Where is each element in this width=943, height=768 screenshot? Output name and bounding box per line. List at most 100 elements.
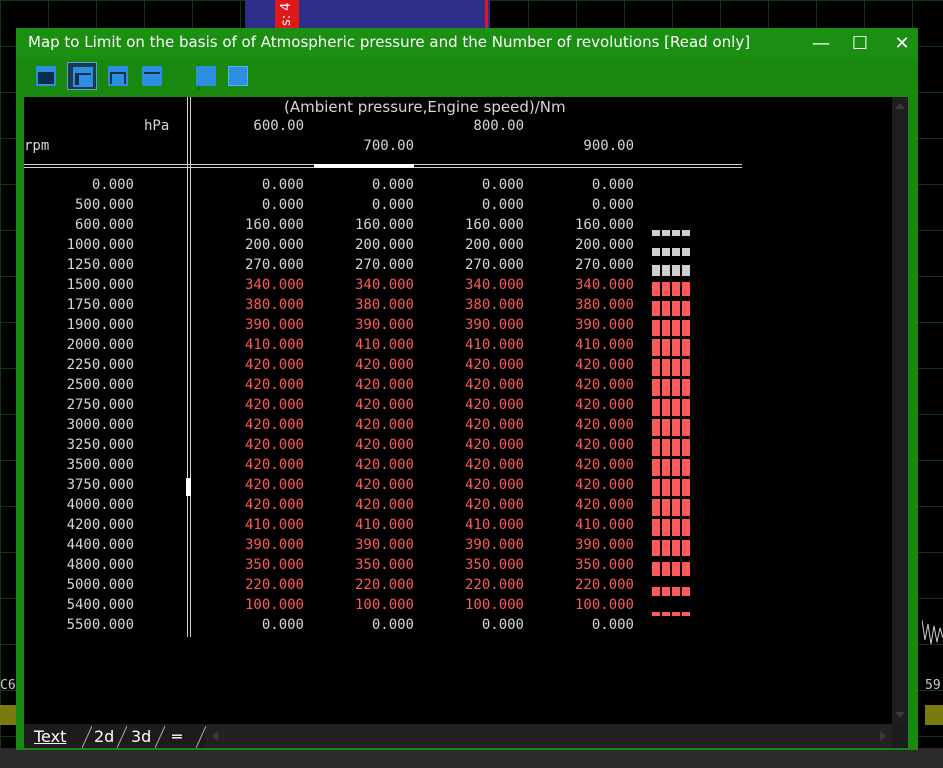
row-header[interactable]: 1750.000	[24, 297, 134, 313]
tab-3d[interactable]: 3d	[131, 726, 151, 748]
scroll-down-icon[interactable]	[895, 712, 905, 718]
map-cell[interactable]: 200.000	[444, 237, 524, 253]
row-header[interactable]: 2750.000	[24, 397, 134, 413]
map-cell[interactable]: 220.000	[554, 577, 634, 593]
column-header-600[interactable]: 600.00	[224, 118, 304, 134]
map-cell[interactable]: 0.000	[554, 177, 634, 193]
map-cell[interactable]: 220.000	[334, 577, 414, 593]
row-header[interactable]: 3750.000	[24, 477, 134, 493]
column-header-900[interactable]: 900.00	[554, 138, 634, 154]
map-cell[interactable]: 410.000	[554, 517, 634, 533]
map-cell[interactable]: 420.000	[554, 397, 634, 413]
map-cell[interactable]: 160.000	[444, 217, 524, 233]
map-cell[interactable]: 420.000	[224, 377, 304, 393]
map-cell[interactable]: 420.000	[444, 417, 524, 433]
minimize-button[interactable]: —	[799, 30, 843, 58]
map-cell[interactable]: 420.000	[334, 497, 414, 513]
map-cell[interactable]: 420.000	[554, 457, 634, 473]
map-cell[interactable]: 410.000	[334, 517, 414, 533]
row-header[interactable]: 2000.000	[24, 337, 134, 353]
map-cell[interactable]: 420.000	[444, 497, 524, 513]
map-cell[interactable]: 0.000	[554, 197, 634, 213]
map-cell[interactable]: 390.000	[224, 317, 304, 333]
map-cell[interactable]: 390.000	[224, 537, 304, 553]
map-cell[interactable]: 420.000	[554, 497, 634, 513]
map-cell[interactable]: 100.000	[554, 597, 634, 613]
map-cell[interactable]: 390.000	[334, 317, 414, 333]
map-cell[interactable]: 420.000	[554, 377, 634, 393]
tab-table-view[interactable]: ═	[172, 726, 182, 748]
tab-2d[interactable]: 2d	[94, 726, 114, 748]
map-cell[interactable]: 0.000	[224, 197, 304, 213]
map-cell[interactable]: 390.000	[444, 317, 524, 333]
row-header[interactable]: 5000.000	[24, 577, 134, 593]
grid-select-button[interactable]	[191, 62, 221, 90]
map-cell[interactable]: 340.000	[554, 277, 634, 293]
map-cell[interactable]: 380.000	[444, 297, 524, 313]
layout-1-button[interactable]	[31, 62, 61, 90]
map-cell[interactable]: 380.000	[554, 297, 634, 313]
map-cell[interactable]: 410.000	[224, 517, 304, 533]
row-header[interactable]: 4800.000	[24, 557, 134, 573]
row-header[interactable]: 0.000	[24, 177, 134, 193]
map-cell[interactable]: 420.000	[224, 497, 304, 513]
solid-square-button[interactable]	[223, 62, 253, 90]
map-cell[interactable]: 0.000	[444, 177, 524, 193]
map-cell[interactable]: 420.000	[444, 357, 524, 373]
map-cell[interactable]: 0.000	[444, 617, 524, 633]
vertical-scrollbar[interactable]	[892, 97, 908, 724]
map-cell[interactable]: 390.000	[334, 537, 414, 553]
row-header[interactable]: 1250.000	[24, 257, 134, 273]
row-splitter-handle[interactable]	[186, 478, 191, 496]
map-cell[interactable]: 420.000	[444, 377, 524, 393]
map-cell[interactable]: 390.000	[444, 537, 524, 553]
map-cell[interactable]: 420.000	[444, 477, 524, 493]
map-cell[interactable]: 0.000	[334, 197, 414, 213]
map-cell[interactable]: 0.000	[334, 177, 414, 193]
map-cell[interactable]: 270.000	[444, 257, 524, 273]
layout-2-button[interactable]	[67, 62, 97, 90]
layout-4-button[interactable]	[137, 62, 167, 90]
row-header[interactable]: 4400.000	[24, 537, 134, 553]
scroll-left-icon[interactable]	[212, 731, 218, 741]
map-cell[interactable]: 350.000	[444, 557, 524, 573]
map-cell[interactable]: 420.000	[554, 437, 634, 453]
column-header-700[interactable]: 700.00	[334, 138, 414, 154]
map-cell[interactable]: 200.000	[554, 237, 634, 253]
map-cell[interactable]: 420.000	[334, 377, 414, 393]
map-cell[interactable]: 410.000	[224, 337, 304, 353]
map-cell[interactable]: 380.000	[334, 297, 414, 313]
maximize-button[interactable]: ☐	[838, 30, 882, 58]
map-cell[interactable]: 160.000	[224, 217, 304, 233]
column-header-800[interactable]: 800.00	[444, 118, 524, 134]
map-cell[interactable]: 420.000	[334, 477, 414, 493]
map-cell[interactable]: 390.000	[554, 317, 634, 333]
map-cell[interactable]: 420.000	[334, 397, 414, 413]
map-cell[interactable]: 350.000	[334, 557, 414, 573]
map-cell[interactable]: 340.000	[444, 277, 524, 293]
row-header[interactable]: 600.000	[24, 217, 134, 233]
horizontal-scrollbar[interactable]	[206, 724, 892, 748]
map-cell[interactable]: 390.000	[554, 537, 634, 553]
map-cell[interactable]: 380.000	[224, 297, 304, 313]
map-cell[interactable]: 270.000	[334, 257, 414, 273]
map-cell[interactable]: 340.000	[224, 277, 304, 293]
map-text-view[interactable]: (Ambient pressure,Engine speed)/Nm hPa r…	[24, 97, 892, 724]
map-cell[interactable]: 420.000	[444, 457, 524, 473]
title-bar[interactable]: Map to Limit on the basis of of Atmosphe…	[16, 28, 918, 59]
map-cell[interactable]: 410.000	[334, 337, 414, 353]
map-cell[interactable]: 420.000	[224, 437, 304, 453]
row-header[interactable]: 3500.000	[24, 457, 134, 473]
scroll-up-icon[interactable]	[895, 103, 905, 109]
row-header[interactable]: 4200.000	[24, 517, 134, 533]
map-cell[interactable]: 420.000	[334, 437, 414, 453]
map-cell[interactable]: 420.000	[554, 357, 634, 373]
map-cell[interactable]: 420.000	[334, 357, 414, 373]
row-header[interactable]: 1000.000	[24, 237, 134, 253]
map-cell[interactable]: 220.000	[444, 577, 524, 593]
row-header[interactable]: 500.000	[24, 197, 134, 213]
row-header[interactable]: 2500.000	[24, 377, 134, 393]
map-cell[interactable]: 420.000	[554, 417, 634, 433]
map-cell[interactable]: 410.000	[444, 337, 524, 353]
map-cell[interactable]: 200.000	[334, 237, 414, 253]
